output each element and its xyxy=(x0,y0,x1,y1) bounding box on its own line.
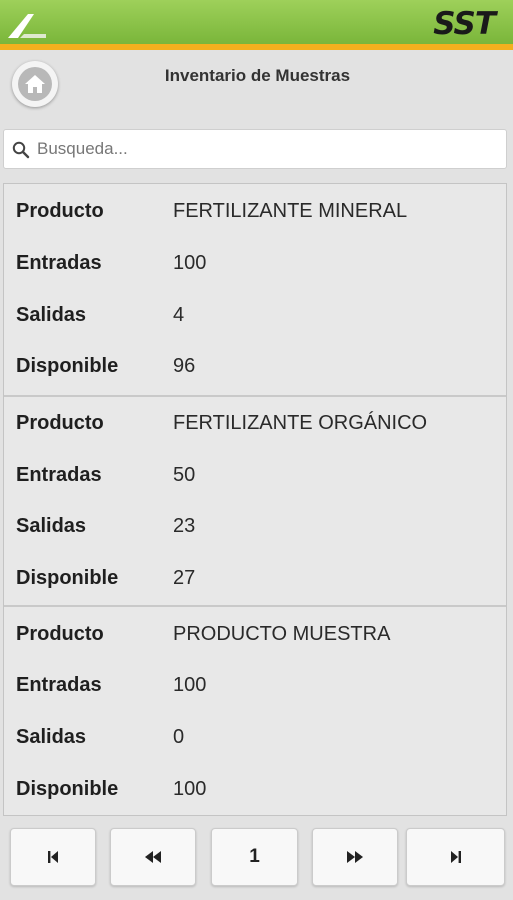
product-label: Producto xyxy=(16,199,104,222)
outputs-label: Salidas xyxy=(16,514,87,537)
outputs-value: 23 xyxy=(173,514,196,537)
next-page-button[interactable] xyxy=(312,828,398,886)
list-item[interactable]: Producto PRODUCTO MUESTRA Entradas 100 S… xyxy=(4,605,506,815)
pagination-bar: 1 xyxy=(0,818,513,900)
list-item[interactable]: Producto FERTILIZANTE MINERAL Entradas 1… xyxy=(4,184,506,395)
entries-row: Entradas 100 xyxy=(16,670,498,700)
search-box[interactable] xyxy=(3,129,507,169)
previous-page-button[interactable] xyxy=(110,828,196,886)
product-row: Producto FERTILIZANTE MINERAL xyxy=(16,196,498,226)
list-item[interactable]: Producto FERTILIZANTE ORGÁNICO Entradas … xyxy=(4,395,506,605)
entries-value: 100 xyxy=(173,251,207,274)
available-label: Disponible xyxy=(16,566,119,589)
product-row: Producto PRODUCTO MUESTRA xyxy=(16,619,498,649)
top-bar: SST xyxy=(0,0,513,50)
product-value: FERTILIZANTE MINERAL xyxy=(173,199,408,222)
product-label: Producto xyxy=(16,411,104,434)
entries-label: Entradas xyxy=(16,673,102,696)
available-row: Disponible 27 xyxy=(16,563,498,593)
available-label: Disponible xyxy=(16,354,119,377)
inventory-list: Producto FERTILIZANTE MINERAL Entradas 1… xyxy=(3,183,507,816)
available-row: Disponible 100 xyxy=(16,774,498,804)
outputs-label: Salidas xyxy=(16,303,87,326)
entries-row: Entradas 100 xyxy=(16,248,498,278)
app-logo-mark xyxy=(8,14,46,38)
available-row: Disponible 96 xyxy=(16,351,498,381)
product-row: Producto FERTILIZANTE ORGÁNICO xyxy=(16,408,498,438)
product-value: FERTILIZANTE ORGÁNICO xyxy=(173,411,428,434)
product-label: Producto xyxy=(16,622,104,645)
previous-page-icon xyxy=(145,851,161,863)
available-label: Disponible xyxy=(16,777,119,800)
outputs-value: 0 xyxy=(173,725,185,748)
available-value: 27 xyxy=(173,566,196,589)
search-input[interactable] xyxy=(37,130,497,168)
entries-value: 100 xyxy=(173,673,207,696)
entries-label: Entradas xyxy=(16,251,102,274)
product-value: PRODUCTO MUESTRA xyxy=(173,622,391,645)
search-icon xyxy=(12,141,30,159)
first-page-button[interactable] xyxy=(10,828,96,886)
outputs-label: Salidas xyxy=(16,725,87,748)
next-page-icon xyxy=(347,851,363,863)
page-title: Inventario de Muestras xyxy=(164,66,351,85)
entries-row: Entradas 50 xyxy=(16,460,498,490)
outputs-value: 4 xyxy=(173,303,185,326)
last-page-icon xyxy=(450,851,461,863)
last-page-button[interactable] xyxy=(406,828,505,886)
entries-label: Entradas xyxy=(16,463,102,486)
outputs-row: Salidas 0 xyxy=(16,722,498,752)
page-header: Inventario de Muestras xyxy=(0,50,513,126)
first-page-icon xyxy=(48,851,58,863)
current-page-button[interactable]: 1 xyxy=(211,828,298,886)
available-value: 96 xyxy=(173,354,196,377)
brand-logo: SST xyxy=(433,6,496,42)
outputs-row: Salidas 23 xyxy=(16,511,498,541)
entries-value: 50 xyxy=(173,463,196,486)
outputs-row: Salidas 4 xyxy=(16,300,498,330)
available-value: 100 xyxy=(173,777,207,800)
